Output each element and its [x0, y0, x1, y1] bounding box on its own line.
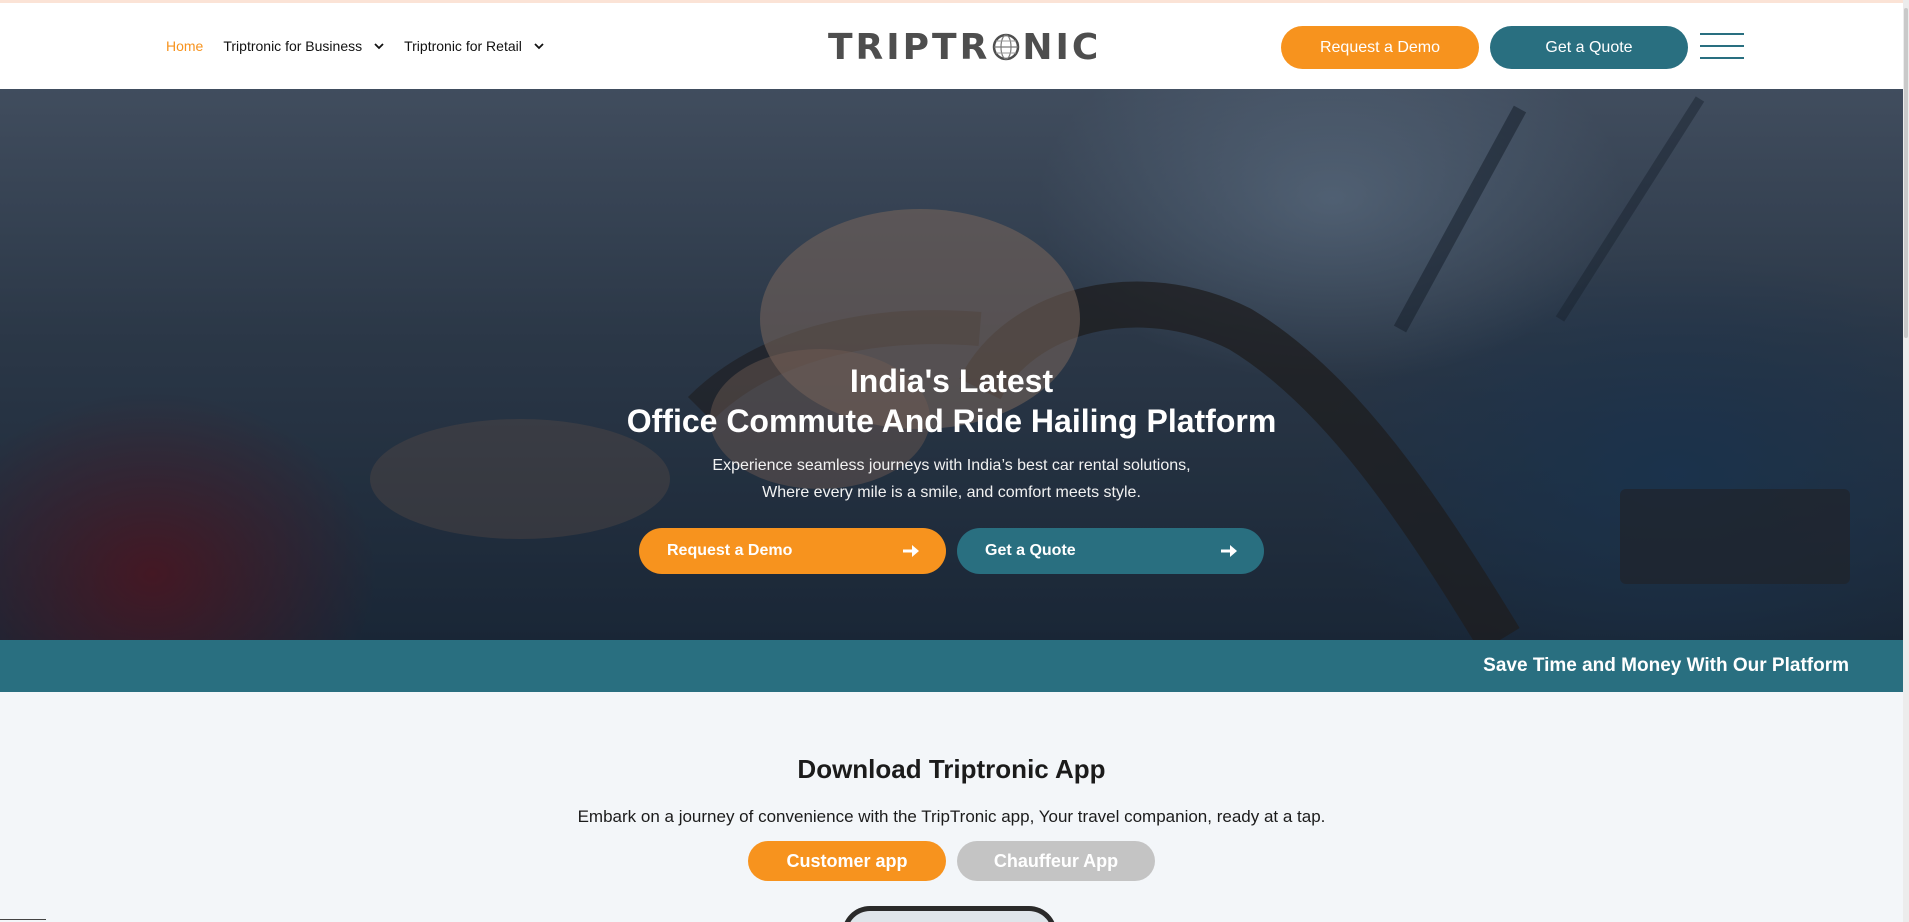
hero-title-line2: Office Commute And Ride Hailing Platform [626, 403, 1277, 439]
chauffeur-app-tab[interactable]: Chauffeur App [957, 841, 1155, 881]
hero-subtitle-line1: Experience seamless journeys with India’… [712, 457, 1191, 474]
logo-text-right: NIC [1022, 26, 1102, 68]
nav-retail-label: Triptronic for Retail [404, 38, 522, 54]
main-nav: Home Triptronic for Business Triptronic … [166, 3, 544, 89]
marquee-banner: Save Time and Money With Our Platform [0, 640, 1903, 692]
arrow-right-icon [903, 545, 919, 557]
header-request-demo-label: Request a Demo [1319, 38, 1441, 56]
download-app-section: Download Triptronic App Embark on a jour… [0, 692, 1903, 922]
nav-retail[interactable]: Triptronic for Retail [404, 38, 544, 54]
page-scrollbar[interactable] [1903, 0, 1909, 922]
nav-business-label: Triptronic for Business [223, 38, 363, 54]
hero-request-demo-label: Request a Demo [667, 542, 793, 559]
header-request-demo-button[interactable]: Request a Demo [1281, 26, 1479, 69]
triptronic-logo[interactable]: TRIPTR NIC [828, 26, 1102, 68]
arrow-right-icon [1221, 545, 1237, 557]
download-description: Embark on a journey of convenience with … [577, 807, 1326, 826]
scrollbar-thumb[interactable] [1904, 8, 1908, 338]
globe-icon [993, 33, 1020, 61]
hero-subtitle-line2: Where every mile is a smile, and comfort… [762, 484, 1141, 501]
header-get-quote-button[interactable]: Get a Quote [1490, 26, 1688, 69]
divider [0, 919, 46, 920]
nav-business[interactable]: Triptronic for Business [223, 38, 384, 54]
hamburger-menu-icon[interactable] [1700, 33, 1744, 59]
marquee-text: Save Time and Money With Our Platform [1483, 655, 1849, 676]
hero-request-demo-button[interactable]: Request a Demo [639, 528, 946, 574]
customer-app-label: Customer app [786, 850, 908, 871]
hero-title-line1: India's Latest [849, 363, 1054, 399]
hero-section: India's Latest Office Commute And Ride H… [0, 89, 1903, 640]
site-header: Home Triptronic for Business Triptronic … [0, 3, 1903, 89]
logo-text-left: TRIPTR [828, 26, 991, 68]
hero-get-quote-button[interactable]: Get a Quote [957, 528, 1264, 574]
chauffeur-app-label: Chauffeur App [993, 850, 1119, 871]
customer-app-tab[interactable]: Customer app [748, 841, 946, 881]
hero-content: India's Latest Office Commute And Ride H… [0, 89, 1903, 640]
download-title: Download Triptronic App [797, 754, 1106, 784]
nav-home-label: Home [166, 38, 204, 54]
hero-get-quote-label: Get a Quote [985, 542, 1076, 559]
header-get-quote-label: Get a Quote [1545, 38, 1633, 56]
chevron-down-icon [374, 43, 384, 50]
phone-mockup [842, 906, 1057, 922]
chevron-down-icon [534, 43, 544, 50]
nav-home[interactable]: Home [166, 38, 203, 54]
